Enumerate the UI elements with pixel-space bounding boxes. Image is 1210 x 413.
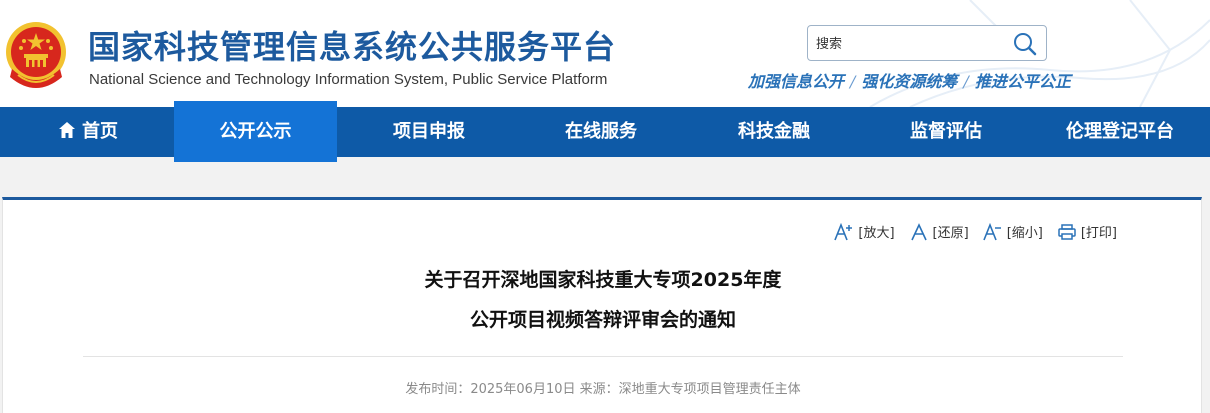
- nav-item-label: 首页: [82, 121, 118, 142]
- shrink-label: [缩小]: [1006, 226, 1043, 241]
- article-tools: [放大] [还原] [缩小] [打印]: [834, 222, 1117, 241]
- restore-button[interactable]: [还原]: [909, 222, 969, 241]
- search-box: [807, 25, 1047, 61]
- font-restore-icon: [910, 222, 927, 240]
- slogan-separator: /: [850, 72, 856, 91]
- home-icon: [59, 122, 75, 138]
- publish-date: 2025年06月10日: [470, 382, 576, 397]
- nav-item-tech-finance[interactable]: 科技金融: [715, 107, 833, 157]
- source-value: 深地重大专项项目管理责任主体: [618, 382, 801, 397]
- nav-item-label: 监督评估: [910, 121, 982, 142]
- publish-label: 发布时间：: [405, 382, 471, 397]
- nav-item-project-application[interactable]: 项目申报: [370, 107, 488, 157]
- enlarge-button[interactable]: [放大]: [834, 222, 895, 241]
- article-panel: [放大] [还原] [缩小] [打印] 关于召开深地国家科技重大专项2025年度…: [2, 197, 1202, 413]
- nav-item-label: 项目申报: [393, 121, 465, 142]
- slogan-3: 推进公平公正: [974, 72, 1071, 91]
- slogan-2: 强化资源统筹: [861, 72, 958, 91]
- main-nav: 首页 公开公示 项目申报 在线服务 科技金融 监督评估 伦理登记平台: [0, 101, 1210, 162]
- article-title-line-1: 关于召开深地国家科技重大专项2025年度: [424, 269, 782, 291]
- nav-item-online-service[interactable]: 在线服务: [542, 107, 660, 157]
- slogan: 加强信息公开 / 强化资源统筹 / 推进公平公正: [748, 68, 1071, 92]
- title-divider: [83, 356, 1123, 357]
- nav-item-label: 公开公示: [219, 121, 292, 142]
- search-input[interactable]: [816, 33, 1006, 55]
- nav-item-public-notice[interactable]: 公开公示: [174, 101, 337, 162]
- source-label: 来源：: [579, 382, 619, 397]
- nav-item-label: 伦理登记平台: [1066, 121, 1174, 142]
- nav-item-home[interactable]: 首页: [40, 107, 136, 157]
- site-title: 国家科技管理信息系统公共服务平台: [88, 28, 617, 66]
- font-enlarge-icon: [834, 222, 853, 240]
- shrink-button[interactable]: [缩小]: [982, 222, 1043, 241]
- site-header: 国家科技管理信息系统公共服务平台 National Science and Te…: [0, 0, 1210, 107]
- nav-item-supervision[interactable]: 监督评估: [887, 107, 1005, 157]
- nav-item-label: 科技金融: [738, 121, 810, 142]
- restore-label: [还原]: [932, 226, 969, 241]
- article-title-line-2: 公开项目视频答辩评审会的通知: [469, 309, 736, 331]
- enlarge-label: [放大]: [858, 226, 895, 241]
- slogan-separator: /: [963, 72, 969, 91]
- printer-icon: [1058, 223, 1076, 240]
- nav-item-label: 在线服务: [565, 121, 637, 142]
- font-shrink-icon: [982, 222, 1001, 240]
- article-meta: 发布时间：2025年06月10日 来源：深地重大专项项目管理责任主体: [3, 378, 1203, 397]
- print-button[interactable]: [打印]: [1057, 222, 1117, 241]
- nav-item-ethics-registration[interactable]: 伦理登记平台: [1050, 107, 1190, 157]
- site-subtitle: National Science and Technology Informat…: [89, 71, 608, 88]
- search-icon[interactable]: [1012, 31, 1038, 57]
- print-label: [打印]: [1080, 226, 1117, 241]
- slogan-1: 加强信息公开: [748, 72, 845, 91]
- national-emblem-icon: [6, 22, 66, 88]
